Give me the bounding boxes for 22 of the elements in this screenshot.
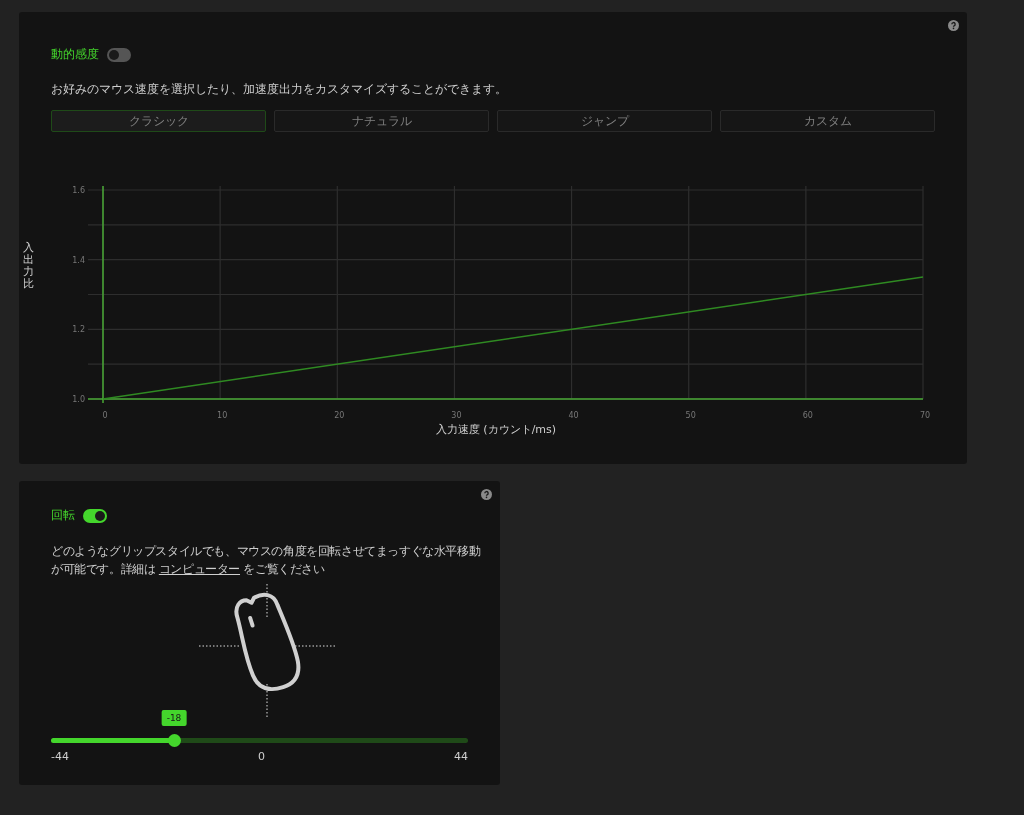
x-axis-label: 入力速度 (カウント/ms) bbox=[435, 422, 557, 437]
y-tick-label: 1.6 bbox=[72, 186, 85, 195]
x-tick-label: 50 bbox=[685, 411, 696, 420]
y-tick-label: 1.0 bbox=[72, 395, 85, 404]
max-label: 44 bbox=[454, 750, 468, 763]
y-tick-label: 1.2 bbox=[72, 325, 85, 335]
x-tick-label: 10 bbox=[217, 411, 228, 420]
description-text: どのようなグリップスタイルでも、マウスの角度を回転させてまっすぐな水平移動が可能です。詳細は コンピューター をご覧ください bbox=[51, 543, 482, 578]
y-axis-label: 入出力比 bbox=[23, 242, 34, 291]
section-title: 回転 bbox=[51, 507, 75, 524]
mid-label: 0 bbox=[258, 750, 265, 763]
x-tick-label: 30 bbox=[451, 411, 462, 420]
x-tick-label: 40 bbox=[568, 411, 579, 420]
y-tick-label: 1.4 bbox=[72, 255, 85, 265]
min-label: -44 bbox=[51, 750, 69, 763]
x-tick-label: 70 bbox=[919, 411, 931, 420]
description-text: お好みのマウス速度を選択したり、加速度出力をカスタマイズすることができます。 bbox=[51, 81, 508, 98]
value-tooltip: -18 bbox=[161, 710, 187, 726]
section-title: 動的感度 bbox=[51, 46, 99, 63]
x-tick-label: 0 bbox=[102, 411, 108, 420]
x-tick-label: 60 bbox=[802, 411, 813, 420]
x-tick-label: 20 bbox=[334, 411, 345, 420]
